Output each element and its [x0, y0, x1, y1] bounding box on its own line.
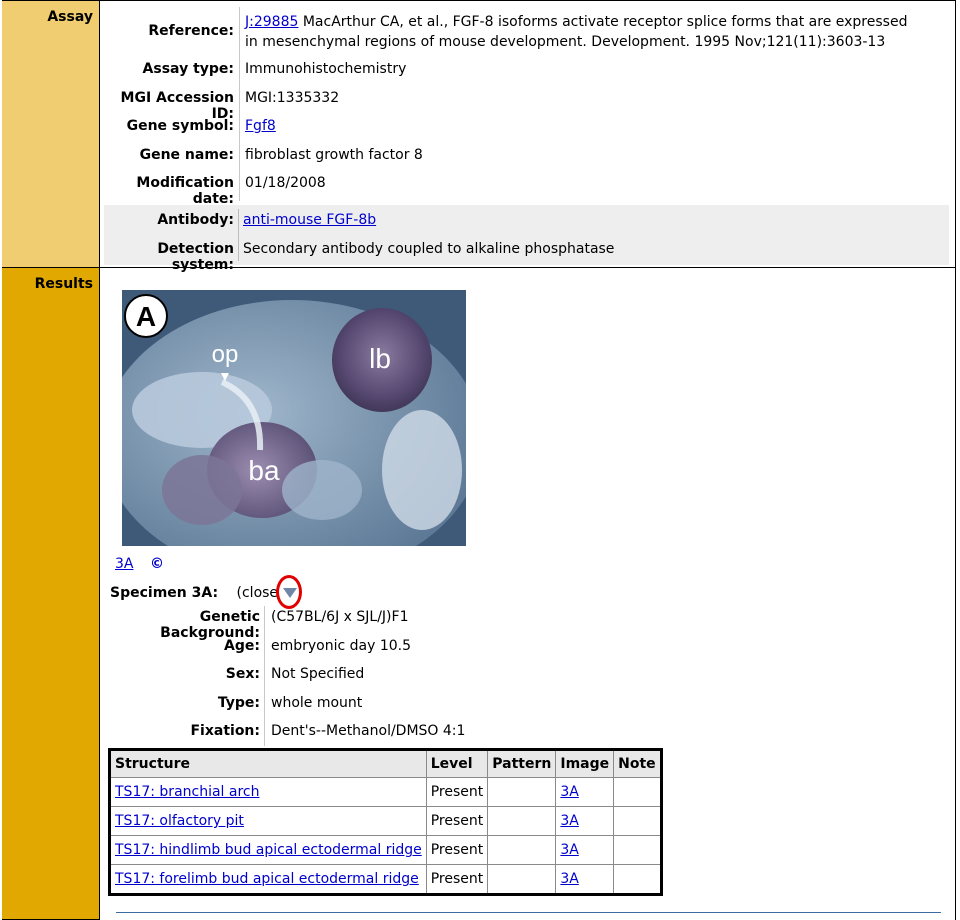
fixation-value: Dent's--Methanol/DMSO 4:1 [271, 723, 466, 739]
assay-panel: Reference: J:29885 MacArthur CA, et al.,… [100, 0, 956, 273]
specimen-separator [264, 606, 265, 746]
results-panel: A op lb ba 3A © Specimen 3A: (close Gene… [100, 268, 956, 920]
level-cell: Present [425, 835, 489, 865]
image-link[interactable]: 3A [560, 784, 578, 800]
results-header-label: Results [34, 276, 93, 292]
reference-link[interactable]: J:29885 [245, 14, 298, 30]
level-cell: Present [425, 864, 489, 895]
level-cell: Present [425, 777, 489, 807]
specimen-title: Specimen 3A: [110, 585, 219, 601]
image-link[interactable]: 3A [560, 813, 578, 829]
copyright-link[interactable]: © [150, 556, 164, 572]
header-pattern: Pattern [487, 749, 557, 778]
fixation-label: Fixation: [190, 723, 260, 739]
results-section-header: Results [2, 268, 100, 920]
image-link[interactable]: 3A [560, 842, 578, 858]
pattern-cell [487, 777, 557, 807]
gene-symbol-link[interactable]: Fgf8 [245, 118, 276, 134]
mod-date-label: Modification date: [136, 175, 234, 207]
pattern-cell [487, 864, 557, 895]
header-structure: Structure [109, 749, 427, 778]
genetic-background-value: (C57BL/6J x SJL/J)F1 [271, 609, 409, 625]
age-label: Age: [224, 638, 260, 654]
structure-link[interactable]: TS17: branchial arch [115, 784, 260, 800]
pattern-cell [487, 835, 557, 865]
table-row: TS17: forelimb bud apical ectodermal rid… [109, 864, 662, 895]
specimen-image[interactable]: A op lb ba [122, 290, 466, 546]
specimen-toggle[interactable]: (close [237, 585, 279, 601]
accession-value: MGI:1335332 [245, 90, 340, 106]
specimen-title-row: Specimen 3A: (close [110, 585, 278, 601]
header-image: Image [555, 749, 615, 778]
table-row: TS17: branchial arch Present 3A [109, 777, 662, 807]
note-cell [613, 777, 662, 807]
image-link[interactable]: 3A [560, 871, 578, 887]
level-cell: Present [425, 806, 489, 836]
table-row: TS17: olfactory pit Present 3A [109, 806, 662, 836]
antibody-link[interactable]: anti-mouse FGF-8b [243, 212, 376, 228]
reference-value: J:29885 MacArthur CA, et al., FGF-8 isof… [245, 12, 949, 52]
structure-link[interactable]: TS17: forelimb bud apical ectodermal rid… [115, 871, 419, 887]
bottom-divider [116, 912, 941, 913]
genetic-background-label: Genetic Background: [160, 609, 260, 641]
detection-value: Secondary antibody coupled to alkaline p… [243, 241, 615, 257]
note-cell [613, 835, 662, 865]
gene-name-label: Gene name: [139, 147, 234, 163]
collapse-arrow-icon[interactable] [283, 588, 297, 598]
header-level: Level [425, 749, 489, 778]
table-header-row: Structure Level Pattern Image Note [109, 749, 662, 778]
table-row: TS17: hindlimb bud apical ectodermal rid… [109, 835, 662, 865]
label-lb: lb [369, 343, 391, 374]
reference-label: Reference: [148, 23, 234, 39]
label-op: op [212, 341, 239, 368]
type-value: whole mount [271, 695, 363, 711]
mod-date-value: 01/18/2008 [245, 175, 326, 191]
assay-type-label: Assay type: [142, 61, 234, 77]
reference-text-2: in mesenchymal regions of mouse developm… [245, 34, 886, 50]
type-label: Type: [217, 695, 260, 711]
assay-type-value: Immunohistochemistry [245, 61, 407, 77]
gene-symbol-label: Gene symbol: [126, 118, 234, 134]
gene-name-value: fibroblast growth factor 8 [245, 147, 423, 163]
assay-header-label: Assay [47, 9, 93, 25]
pattern-cell [487, 806, 557, 836]
structure-table: Structure Level Pattern Image Note TS17:… [108, 748, 663, 896]
sex-label: Sex: [225, 666, 260, 682]
image-links: 3A © [115, 556, 164, 572]
reference-text-1: MacArthur CA, et al., FGF-8 isoforms act… [298, 14, 908, 30]
embryo-illustration: A op lb ba [122, 290, 466, 546]
structure-link[interactable]: TS17: olfactory pit [115, 813, 244, 829]
header-note: Note [613, 749, 662, 778]
antibody-label: Antibody: [157, 212, 234, 228]
detection-separator [238, 209, 239, 261]
label-ba: ba [248, 455, 280, 486]
sex-value: Not Specified [271, 666, 365, 682]
assay-section-header: Assay [2, 0, 100, 268]
panel-letter: A [136, 301, 156, 332]
structure-link[interactable]: TS17: hindlimb bud apical ectodermal rid… [115, 842, 422, 858]
reference-row: Reference: J:29885 MacArthur CA, et al.,… [100, 12, 955, 52]
detection-box: Antibody: anti-mouse FGF-8b Detection sy… [104, 205, 949, 273]
note-cell [613, 806, 662, 836]
age-value: embryonic day 10.5 [271, 638, 412, 654]
image-3a-link[interactable]: 3A [115, 556, 133, 572]
note-cell [613, 864, 662, 895]
